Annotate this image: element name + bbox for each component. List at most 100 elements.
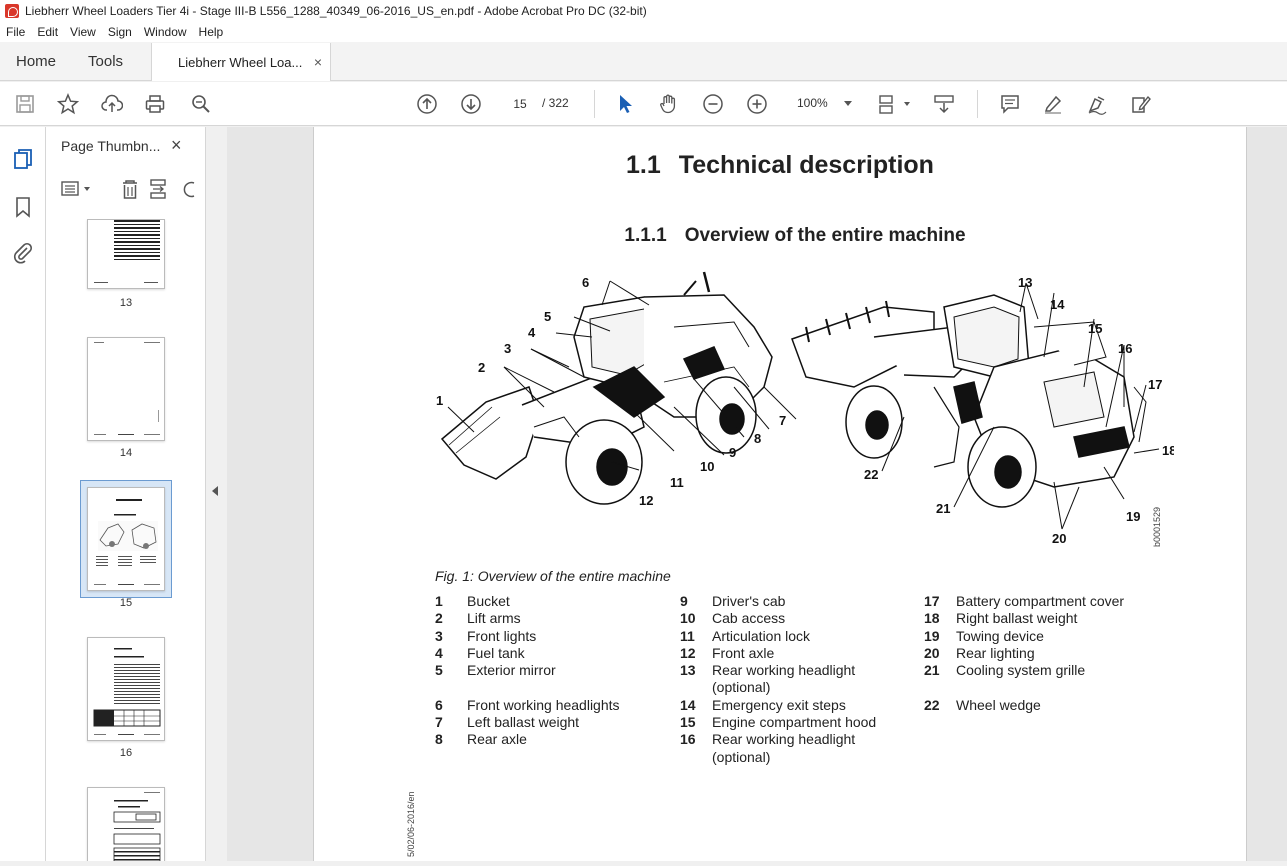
svg-text:20: 20 (1052, 531, 1066, 546)
thumbnail-label: 16 (119, 747, 133, 759)
tab-document[interactable]: Liebherr Wheel Loa... × (151, 43, 332, 81)
zoom-level-value: 100% (797, 96, 828, 110)
section-heading: 1.1 Technical description (314, 151, 1246, 180)
legend-item: 7 Left ballast weight (435, 714, 580, 731)
zoom-level-select[interactable]: 100% (790, 91, 858, 115)
panel-title: Page Thumbn... (61, 138, 161, 154)
figure-code: b0001529 (1152, 506, 1162, 547)
legend-item: 3 Front lights (435, 627, 537, 644)
edit-pdf-icon[interactable] (1129, 92, 1153, 116)
print-icon[interactable] (143, 92, 167, 116)
legend-item: 13 Rear working headlight (680, 662, 856, 679)
menu-edit[interactable]: Edit (37, 25, 58, 39)
next-page-icon[interactable] (459, 92, 483, 116)
page-fit-icon[interactable] (876, 92, 912, 116)
navigation-rail (0, 127, 46, 861)
thumbnail-page[interactable] (87, 637, 165, 741)
thumbnail-page-current[interactable] (87, 487, 165, 591)
svg-text:7: 7 (779, 413, 786, 428)
legend-item: 12 Front axle (680, 644, 775, 661)
svg-text:19: 19 (1126, 509, 1140, 524)
acrobat-logo-icon (5, 4, 19, 18)
scroll-mode-icon[interactable] (932, 92, 956, 116)
attachment-icon[interactable] (11, 241, 35, 265)
hand-tool-icon[interactable] (657, 92, 681, 116)
subsection-heading-text: Overview of the entire machine (684, 225, 966, 246)
legend-item: 9 Driver's cab (680, 593, 786, 609)
wheel-loader-front-drawing (440, 271, 773, 505)
comment-icon[interactable] (998, 92, 1022, 116)
legend-item: (optional) (712, 679, 771, 696)
star-bookmark-icon[interactable] (56, 92, 80, 116)
legend-item: 6 Front working headlights (435, 696, 620, 713)
page-number-input[interactable]: 15 (500, 91, 540, 115)
section-heading-text: Technical description (678, 151, 934, 179)
options-menu-icon[interactable] (61, 181, 90, 196)
svg-text:16: 16 (1118, 341, 1132, 356)
document-viewport[interactable]: 1.1 Technical description 1.1.1 Overview o… (227, 127, 1287, 861)
toolbar-divider (594, 90, 595, 118)
menu-file[interactable]: File (6, 25, 25, 39)
thumbnails-panel: Page Thumbn... × 13 14 15 16 (46, 127, 246, 861)
chevron-down-icon (844, 101, 852, 106)
page-thumbnails-icon[interactable] (11, 147, 35, 171)
legend-item: 4 Fuel tank (435, 644, 525, 661)
sign-pen-icon[interactable] (1085, 92, 1109, 116)
legend-item: 8 Rear axle (435, 731, 527, 748)
upload-cloud-icon[interactable] (100, 92, 124, 116)
thumbnail-page[interactable] (87, 787, 165, 861)
close-tab-icon[interactable]: × (314, 54, 322, 70)
highlight-pen-icon[interactable] (1041, 92, 1065, 116)
svg-text:21: 21 (936, 501, 950, 516)
legend-item: 5 Exterior mirror (435, 662, 556, 679)
delete-page-icon[interactable] (123, 180, 137, 199)
menu-view[interactable]: View (70, 25, 96, 39)
insert-page-icon[interactable] (150, 179, 166, 199)
svg-text:15: 15 (1088, 321, 1102, 336)
legend-item: 19 Towing device (924, 627, 1044, 644)
rotate-page-icon[interactable] (183, 181, 195, 198)
toolbar: 15 / 322 100% (0, 82, 1287, 126)
legend-column-2: 9 Driver's cab 10 Cab access 11 Articulatio… (680, 593, 912, 766)
svg-text:22: 22 (864, 467, 878, 482)
close-panel-icon[interactable]: × (171, 135, 182, 156)
legend-item: 22 Wheel wedge (924, 696, 1041, 713)
svg-text:3: 3 (504, 341, 511, 356)
collapse-panel-arrow-icon[interactable] (212, 486, 218, 496)
menu-window[interactable]: Window (144, 25, 187, 39)
thumbnail-page[interactable] (87, 219, 165, 289)
figure-caption: Fig. 1: Overview of the entire machine (435, 568, 671, 584)
tab-tools[interactable]: Tools (72, 42, 139, 80)
zoom-out-icon[interactable] (701, 92, 725, 116)
svg-text:6: 6 (582, 275, 589, 290)
menu-help[interactable]: Help (199, 25, 224, 39)
previous-page-icon[interactable] (415, 92, 439, 116)
search-zoom-icon[interactable] (189, 92, 213, 116)
legend-spacer (924, 679, 1156, 696)
legend-item: 21 Cooling system grille (924, 662, 1086, 679)
thumbnail-page[interactable] (87, 337, 165, 441)
page-count: / 322 (542, 96, 569, 110)
svg-text:8: 8 (754, 431, 761, 446)
tab-home[interactable]: Home (0, 42, 72, 80)
menu-sign[interactable]: Sign (108, 25, 132, 39)
legend-column-1: 1 Bucket 2 Lift arms 3 Front lights 4 Fuel t… (435, 593, 667, 749)
zoom-in-icon[interactable] (745, 92, 769, 116)
menu-bar: File Edit View Sign Window Help (0, 22, 1287, 42)
tab-bar: Home Tools Liebherr Wheel Loa... × (0, 42, 1287, 81)
svg-text:17: 17 (1148, 377, 1162, 392)
thumbnail-label: 15 (119, 597, 133, 609)
legend-column-3: 17 Battery compartment cover 18 Right ball… (924, 593, 1156, 714)
pdf-page: 1.1 Technical description 1.1.1 Overview o… (313, 127, 1247, 861)
svg-text:14: 14 (1050, 297, 1065, 312)
save-icon[interactable] (13, 92, 37, 116)
bookmark-icon[interactable] (11, 195, 35, 219)
legend-item: 17 Battery compartment cover (924, 593, 1125, 609)
machine-illustration: 1 2 3 4 5 6 7 8 9 10 11 12 13 14 15 16 1 (434, 267, 1176, 557)
svg-text:5: 5 (544, 309, 551, 324)
select-cursor-icon[interactable] (613, 92, 637, 116)
section-heading-number: 1.1 (626, 151, 661, 179)
svg-text:18: 18 (1162, 443, 1174, 458)
svg-text:9: 9 (729, 445, 736, 460)
legend-item: 14 Emergency exit steps (680, 696, 846, 713)
